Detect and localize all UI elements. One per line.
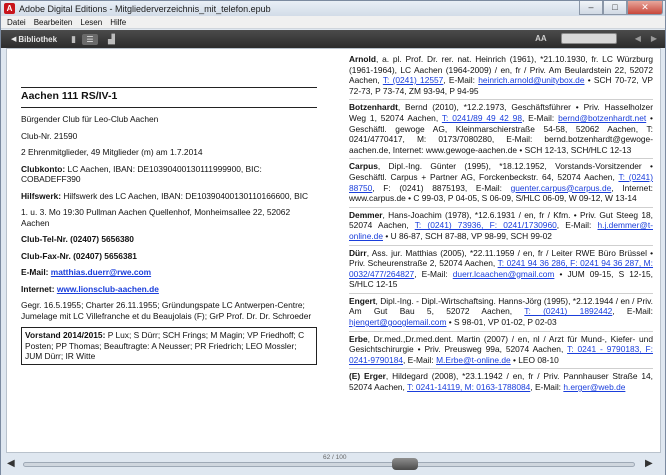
menu-lesen[interactable]: Lesen	[80, 18, 102, 27]
member-text: • U 86-87, SCH 87-88, VP 98-99, SCH 99-0…	[383, 230, 552, 241]
internet-label: Internet:	[21, 283, 57, 294]
email-link[interactable]: guenter.carpus@carpus.de	[511, 183, 612, 193]
member-count: 2 Ehrenmitglieder, 49 Mitglieder (m) am …	[21, 147, 203, 157]
book-page: Aachen 111 RS/IV-1 Bürgender Club für Le…	[6, 48, 661, 453]
club-sponsor: Bürgender Club für Leo-Club Aachen	[21, 114, 159, 124]
back-arrow-icon: ◀	[11, 36, 17, 43]
app-window: A Adobe Digital Editions - Mitgliederver…	[0, 0, 666, 475]
member-name: (E) Erger	[349, 371, 386, 382]
club-internet: Internet: www.lionsclub-aachen.de	[21, 284, 317, 295]
member-name: Erbe	[349, 333, 368, 344]
club-tel: Club-Tel-Nr. (02407) 5656380	[21, 234, 317, 245]
club-email-link[interactable]: matthias.duerr@rwe.com	[51, 267, 151, 277]
member-name: Demmer	[349, 209, 383, 220]
phone-link[interactable]: T: 0241/89 49 42 98	[442, 113, 522, 123]
member-name: Engert	[349, 295, 376, 306]
phone-link[interactable]: T: (0241) 1892442	[524, 306, 612, 316]
next-page-arrow-icon[interactable]: ▶	[645, 458, 653, 469]
email-link[interactable]: bernd@botzenhardt.net	[558, 113, 646, 123]
member-text: • S 98-01, VP 01-02, P 02-03	[446, 317, 557, 328]
member-entry: Arnold, a. pl. Prof. Dr. rer. nat. Heinr…	[349, 52, 653, 101]
founding-info: Gegr. 16.5.1955; Charter 26.11.1955; Grü…	[21, 300, 312, 321]
clubkonto-label: Clubkonto:	[21, 163, 66, 174]
list-view-icon[interactable]: ☰	[82, 33, 99, 45]
club-website-link[interactable]: www.lionsclub-aachen.de	[57, 284, 159, 294]
member-entry: (E) Erger, Hildegard (2008), *23.1.1942 …	[349, 369, 653, 395]
phone-link[interactable]: T: (0241) 73936, F: 0241/1730960	[415, 220, 557, 230]
member-name: Arnold	[349, 54, 376, 64]
search-input[interactable]	[560, 33, 617, 44]
maximize-button[interactable]: □	[603, 1, 627, 15]
bookmark-icon[interactable]: ▮	[71, 34, 76, 45]
club-fax: Club-Fax-Nr. (02407) 5656381	[21, 251, 317, 262]
next-page-icon[interactable]: ▶	[651, 34, 657, 43]
minimize-button[interactable]: –	[579, 1, 603, 15]
member-text: , E-Mail:	[403, 354, 437, 365]
phone-link[interactable]: T: 0241-14119, M: 0163-1788084	[407, 382, 530, 392]
library-button[interactable]: ◀ Bibliothek	[11, 35, 57, 44]
club-email: E-Mail: matthias.duerr@rwe.com	[21, 267, 317, 278]
clubkonto: Clubkonto: LC Aachen, IBAN: DE1039040013…	[21, 164, 317, 185]
hilfswerk-text: Hilfswerk des LC Aachen, IBAN: DE1039040…	[61, 190, 309, 201]
page-slider-thumb[interactable]	[392, 458, 418, 470]
board-label: Vorstand 2014/2015:	[25, 330, 106, 340]
window-controls: – □ ✕	[579, 1, 663, 15]
toolbar-right: AA ◀ ▶	[535, 33, 657, 44]
hilfswerk-label: Hilfswerk:	[21, 190, 62, 201]
member-entry: Erbe, Dr.med.,Dr.med.dent. Martin (2007)…	[349, 332, 653, 370]
member-name: Dürr	[349, 247, 367, 258]
left-column: Aachen 111 RS/IV-1 Bürgender Club für Le…	[21, 87, 317, 365]
chart-view-icon[interactable]: ▟	[108, 34, 115, 45]
email-label: E-Mail:	[21, 267, 51, 277]
menu-datei[interactable]: Datei	[7, 18, 26, 27]
email-link[interactable]: heinrich.arnold@unitybox.de	[478, 75, 584, 85]
member-text: , E-Mail:	[530, 382, 564, 393]
previous-page-arrow-icon[interactable]: ◀	[7, 458, 15, 469]
reader-toolbar: ◀ Bibliothek ▮ ☰ ▟ AA ◀ ▶	[1, 30, 665, 48]
phone-link[interactable]: T: (0241) 12557	[383, 75, 444, 85]
email-link[interactable]: h.erger@web.de	[563, 382, 625, 392]
email-link[interactable]: hjengert@googlemail.com	[349, 317, 446, 327]
member-text: , E-Mail:	[612, 306, 653, 317]
member-text: • LEO 08-10	[510, 354, 559, 365]
club-fax-text: Club-Fax-Nr. (02407) 5656381	[21, 250, 137, 261]
font-size-icon[interactable]: AA	[535, 34, 547, 43]
member-text: , F: (0241) 8875193, E-Mail:	[372, 182, 511, 193]
member-entry: Demmer, Hans-Joachim (1978), *12.6.1931 …	[349, 208, 653, 246]
page-navigation-bar: 62 / 100 ◀ ▶	[1, 453, 665, 475]
window-title: Adobe Digital Editions - Mitgliederverze…	[19, 3, 271, 14]
member-name: Carpus	[349, 161, 378, 172]
member-entry: Engert, Dipl.-Ing. - Dipl.-Wirtschaftsin…	[349, 294, 653, 332]
board-box: Vorstand 2014/2015: P Lux; S Dürr; SCH F…	[21, 327, 317, 365]
club-number: Club-Nr. 21590	[21, 130, 78, 141]
hilfswerk: Hilfswerk: Hilfswerk des LC Aachen, IBAN…	[21, 191, 317, 202]
adobe-app-icon: A	[4, 3, 15, 14]
club-heading: Aachen 111 RS/IV-1	[21, 87, 317, 108]
title-bar: A Adobe Digital Editions - Mitgliederver…	[1, 1, 665, 16]
close-button[interactable]: ✕	[627, 1, 663, 15]
previous-page-icon[interactable]: ◀	[635, 34, 641, 43]
menu-bar: Datei Bearbeiten Lesen Hilfe	[1, 16, 665, 29]
right-column: Arnold, a. pl. Prof. Dr. rer. nat. Heinr…	[349, 52, 653, 396]
email-link[interactable]: duerr.lcaachen@gmail.com	[453, 269, 555, 279]
page-counter: 62 / 100	[323, 454, 347, 461]
menu-bearbeiten[interactable]: Bearbeiten	[34, 18, 73, 27]
member-text: , Dipl.-Ing. Günter (1995), *18.12.1952,…	[349, 161, 653, 182]
member-text: , E-Mail:	[414, 268, 453, 279]
page-slider-track[interactable]	[23, 462, 635, 467]
member-entry: Dürr, Ass. jur. Matthias (2005), *22.11.…	[349, 246, 653, 294]
meeting-info: 1. u. 3. Mo 19:30 Pullman Aachen Quellen…	[21, 207, 291, 228]
member-text: , E-Mail:	[443, 75, 479, 86]
member-text: , E-Mail:	[556, 220, 598, 231]
member-entry: Botzenhardt, Bernd (2010), *12.2.1973, G…	[349, 100, 653, 160]
menu-hilfe[interactable]: Hilfe	[110, 18, 126, 27]
member-text: , E-Mail:	[521, 112, 559, 123]
club-tel-text: Club-Tel-Nr. (02407) 5656380	[21, 234, 134, 244]
email-link[interactable]: M.Erbe@t-online.de	[436, 355, 511, 365]
library-label: Bibliothek	[18, 34, 58, 44]
member-name: Botzenhardt	[349, 102, 398, 113]
member-entry: Carpus, Dipl.-Ing. Günter (1995), *18.12…	[349, 159, 653, 208]
